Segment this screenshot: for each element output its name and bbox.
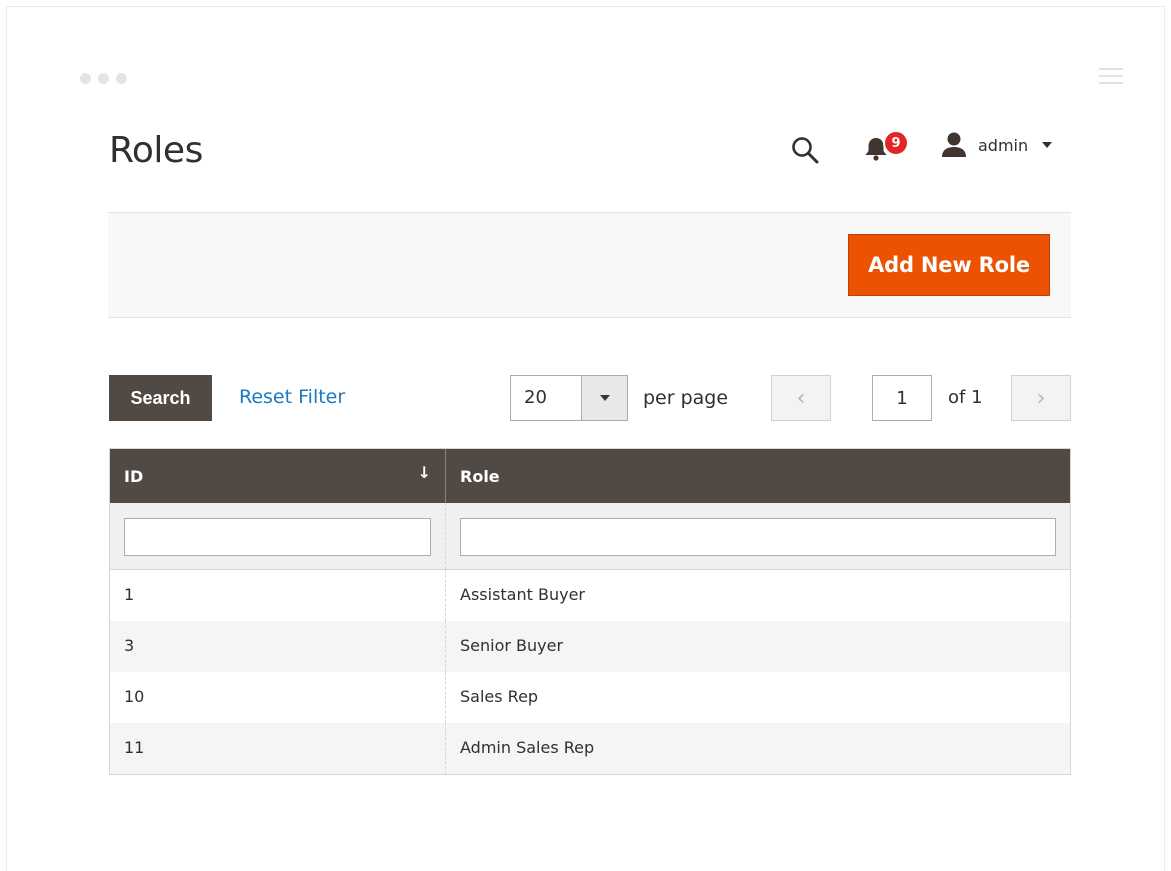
add-new-role-button[interactable]: Add New Role <box>848 234 1050 296</box>
window-controls <box>80 73 127 84</box>
grid-header: ID ↓ Role <box>110 449 1070 503</box>
column-header-id[interactable]: ID ↓ <box>110 449 446 503</box>
chevron-left-icon: ‹ <box>796 385 806 411</box>
per-page-select[interactable]: 20 <box>510 375 628 421</box>
notification-badge: 9 <box>883 130 909 156</box>
cell-id: 1 <box>110 570 446 621</box>
per-page-value: 20 <box>524 387 547 408</box>
cell-role: Sales Rep <box>460 687 539 706</box>
search-icon[interactable] <box>790 135 820 165</box>
table-row[interactable]: 11 Admin Sales Rep <box>110 723 1070 774</box>
per-page-toggle[interactable] <box>581 376 627 420</box>
cell-role: Senior Buyer <box>460 636 564 655</box>
window-dot <box>116 73 127 84</box>
cell-role: Admin Sales Rep <box>460 738 595 757</box>
cell-id: 11 <box>110 723 446 774</box>
chevron-down-icon <box>1042 142 1053 148</box>
user-menu[interactable]: admin <box>940 132 1053 158</box>
chevron-right-icon: › <box>1036 385 1046 411</box>
cell-role: Assistant Buyer <box>460 585 585 604</box>
user-icon <box>942 132 966 157</box>
table-row[interactable]: 3 Senior Buyer <box>110 621 1070 672</box>
id-filter-input[interactable] <box>124 518 431 556</box>
user-name: admin <box>978 135 1029 155</box>
per-page-label: per page <box>643 387 729 409</box>
notifications-button[interactable]: 9 <box>863 130 911 162</box>
chevron-down-icon <box>599 395 610 401</box>
window-dot <box>80 73 91 84</box>
filter-row <box>110 503 1070 570</box>
total-pages: of 1 <box>948 387 983 408</box>
roles-grid: ID ↓ Role 1 Assistant Buyer 3 Senior Buy… <box>109 448 1071 775</box>
table-row[interactable]: 1 Assistant Buyer <box>110 570 1070 621</box>
previous-page-button[interactable]: ‹ <box>771 375 831 421</box>
next-page-button[interactable]: › <box>1011 375 1071 421</box>
table-row[interactable]: 10 Sales Rep <box>110 672 1070 723</box>
window-dot <box>98 73 109 84</box>
role-filter-input[interactable] <box>460 518 1056 556</box>
page-title: Roles <box>109 130 203 171</box>
reset-filter-link[interactable]: Reset Filter <box>239 386 345 408</box>
cell-id: 10 <box>110 672 446 723</box>
search-button[interactable]: Search <box>109 375 212 421</box>
sort-arrow-icon: ↓ <box>417 463 431 482</box>
current-page-input[interactable] <box>872 375 932 421</box>
page-actions-bar: Add New Role <box>108 212 1071 318</box>
column-header-role[interactable]: Role <box>446 449 1070 503</box>
hamburger-icon[interactable] <box>1099 68 1123 88</box>
cell-id: 3 <box>110 621 446 672</box>
